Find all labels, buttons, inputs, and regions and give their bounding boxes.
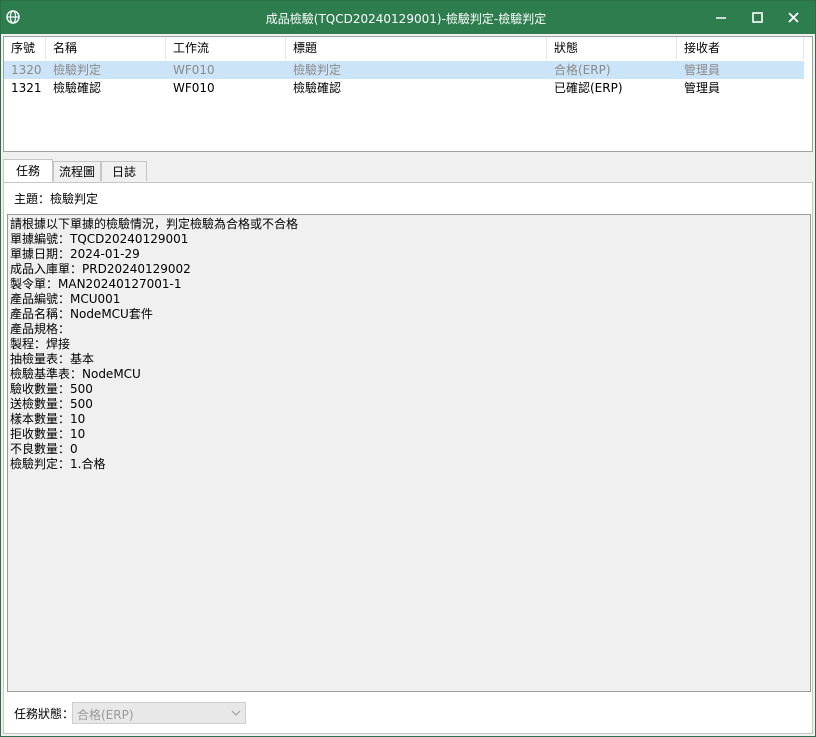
column-header-receiver[interactable]: 接收者 — [677, 37, 804, 59]
main-window: 成品檢驗(TQCD20240129001)-檢驗判定-檢驗判定 序號 名稱 工作… — [0, 0, 816, 737]
close-button[interactable] — [775, 1, 811, 34]
tab-log[interactable]: 日誌 — [101, 161, 147, 181]
task-grid[interactable]: 序號 名稱 工作流 標題 狀態 接收者 1320 檢驗判定 WF010 檢驗判定… — [3, 36, 813, 152]
column-header-seq[interactable]: 序號 — [4, 37, 46, 59]
cell-name: 檢驗判定 — [53, 63, 102, 77]
content-line: 檢驗判定：1.合格 — [10, 457, 106, 471]
close-icon — [787, 12, 799, 23]
maximize-icon — [751, 12, 763, 23]
task-status-select[interactable]: 合格(ERP) — [72, 702, 246, 724]
cell-status: 合格(ERP) — [554, 63, 611, 77]
globe-icon[interactable] — [6, 10, 20, 24]
table-row[interactable]: 1321 檢驗確認 WF010 檢驗確認 已確認(ERP) 管理員 — [4, 79, 804, 97]
content-line: 產品名稱：NodeMCU套件 — [10, 307, 153, 321]
content-line: 製程：焊接 — [10, 337, 71, 351]
content-line: 送檢數量：500 — [10, 397, 93, 411]
content-line: 產品編號：MCU001 — [10, 292, 121, 306]
cell-workflow: WF010 — [173, 81, 215, 95]
subject-label: 主題： — [14, 192, 51, 206]
task-status-value: 合格(ERP) — [77, 708, 134, 722]
column-header-status[interactable]: 狀態 — [547, 37, 677, 59]
tab-strip: 任務 流程圖 日誌 — [3, 159, 813, 183]
title-bar[interactable]: 成品檢驗(TQCD20240129001)-檢驗判定-檢驗判定 — [1, 1, 815, 34]
subject-value: 檢驗判定 — [50, 192, 99, 206]
cell-title: 檢驗確認 — [293, 81, 342, 95]
content-line: 單據日期：2024-01-29 — [10, 247, 140, 261]
content-line: 成品入庫單：PRD20240129002 — [10, 262, 191, 276]
content-line: 樣本數量：10 — [10, 412, 86, 426]
task-content[interactable]: 請根據以下單據的檢驗情況，判定檢驗為合格或不合格 單據編號：TQCD202401… — [7, 214, 811, 692]
grid-header: 序號 名稱 工作流 標題 狀態 接收者 — [4, 37, 804, 59]
subject: 主題：檢驗判定 — [14, 190, 98, 207]
tab-flowchart[interactable]: 流程圖 — [53, 161, 101, 181]
cell-workflow: WF010 — [173, 63, 215, 77]
content-line: 製令單：MAN20240127001-1 — [10, 277, 182, 291]
chevron-down-icon — [231, 707, 241, 722]
column-header-workflow[interactable]: 工作流 — [166, 37, 286, 59]
content-line: 單據編號：TQCD20240129001 — [10, 232, 189, 246]
content-line: 驗收數量：500 — [10, 382, 93, 396]
tab-task[interactable]: 任務 — [3, 159, 53, 182]
content-line: 檢驗基準表：NodeMCU — [10, 367, 141, 381]
content-line: 請根據以下單據的檢驗情況，判定檢驗為合格或不合格 — [10, 217, 299, 231]
minimize-icon — [716, 16, 726, 19]
cell-seq: 1320 — [11, 63, 42, 77]
maximize-button[interactable] — [739, 1, 775, 34]
content-line: 抽檢量表：基本 — [10, 352, 95, 366]
column-header-name[interactable]: 名稱 — [46, 37, 166, 59]
cell-status: 已確認(ERP) — [554, 81, 623, 95]
content-line: 拒收數量：10 — [10, 427, 86, 441]
task-status-label: 任務狀態： — [14, 707, 75, 721]
cell-receiver: 管理員 — [684, 63, 721, 77]
task-panel: 主題：檢驗判定 請根據以下單據的檢驗情況，判定檢驗為合格或不合格 單據編號：TQ… — [3, 182, 813, 734]
cell-receiver: 管理員 — [684, 81, 721, 95]
cell-title: 檢驗判定 — [293, 63, 342, 77]
minimize-button[interactable] — [703, 1, 739, 34]
table-row[interactable]: 1320 檢驗判定 WF010 檢驗判定 合格(ERP) 管理員 — [4, 61, 804, 79]
column-header-title[interactable]: 標題 — [286, 37, 547, 59]
content-line: 產品規格： — [10, 322, 71, 336]
cell-seq: 1321 — [11, 81, 42, 95]
window-title: 成品檢驗(TQCD20240129001)-檢驗判定-檢驗判定 — [265, 12, 547, 26]
cell-name: 檢驗確認 — [53, 81, 102, 95]
content-line: 不良數量：0 — [10, 442, 78, 456]
